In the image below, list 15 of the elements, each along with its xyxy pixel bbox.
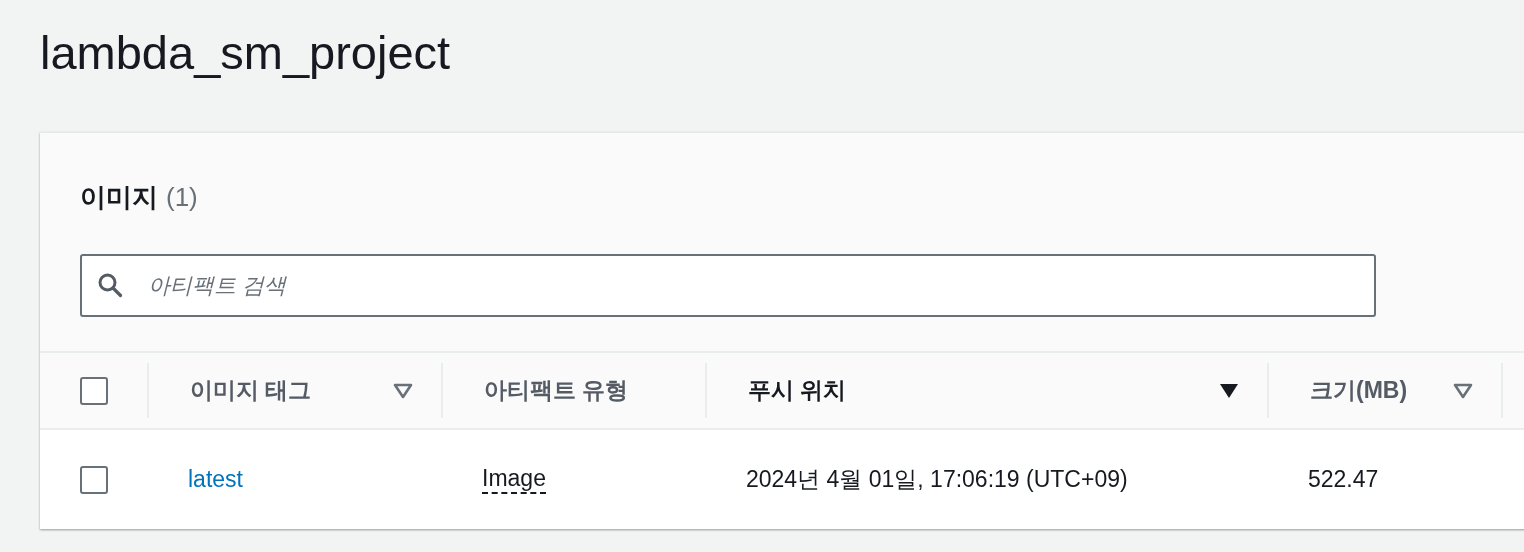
table-cell-text: 2024년 4월 01일, 17:06:19 (UTC+09): [746, 465, 1128, 494]
search-icon: [97, 272, 123, 298]
page-title: lambda_sm_project: [40, 25, 452, 81]
item-count: (1): [166, 181, 198, 213]
table-cell: Image: [482, 464, 546, 495]
column-header[interactable]: 이미지 태그: [190, 375, 312, 406]
search-field[interactable]: 아티팩트 검색: [80, 254, 1376, 317]
panel-heading: 이미지: [80, 180, 158, 214]
column-header: 아티팩트 유형: [484, 376, 629, 405]
column-header[interactable]: 푸시 위치: [748, 375, 847, 406]
table-cell: 522.47: [1308, 466, 1379, 493]
checkbox[interactable]: [80, 465, 108, 494]
column-header[interactable]: 크기(MB): [1310, 375, 1408, 406]
image-tag-link[interactable]: latest: [188, 466, 243, 493]
checkbox[interactable]: [80, 376, 108, 405]
